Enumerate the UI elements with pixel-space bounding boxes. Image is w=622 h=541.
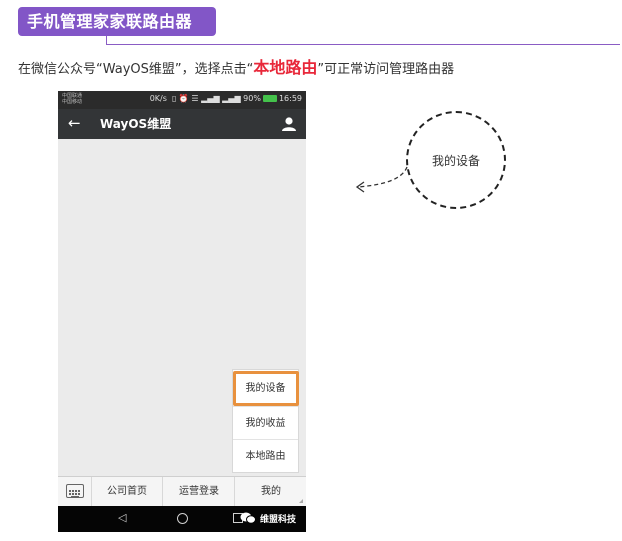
nav-back-icon[interactable]: ◁	[118, 511, 126, 525]
callout-arrow-icon	[355, 166, 408, 193]
section-title: 手机管理家家联路由器	[18, 7, 216, 36]
instruction-suffix: ”可正常访问管理路由器	[317, 62, 455, 77]
battery-level: 90%	[243, 94, 261, 103]
keyboard-icon	[66, 484, 84, 498]
submenu-indicator-icon	[299, 499, 303, 503]
callout-label: 我的设备	[431, 154, 480, 168]
clock: 16:59	[278, 94, 302, 103]
menu-tab-mine-label: 我的	[261, 486, 281, 497]
keyboard-toggle[interactable]	[58, 477, 92, 506]
android-nav-bar: ◁ 维盟科技	[58, 506, 306, 532]
menu-bar: 公司首页 运营登录 我的	[58, 476, 306, 506]
wechat-logo-icon	[240, 512, 256, 524]
instruction-prefix: 在微信公众号“WayOS维盟”，选择点击“	[18, 62, 254, 77]
focus-highlight-box	[233, 371, 299, 406]
back-arrow-icon[interactable]: ←	[68, 115, 84, 131]
carrier-info: 中国联通 中国移动	[62, 93, 82, 105]
popup-item-my-earnings[interactable]: 我的收益	[233, 406, 298, 439]
signal-icons: ▯ ⏰ ☰ ▂▄▆ ▂▄▆	[169, 94, 241, 103]
net-speed: 0K/s	[149, 94, 167, 103]
menu-tab-company-home[interactable]: 公司首页	[92, 477, 163, 506]
app-title-bar: ← WayOS维盟	[58, 109, 306, 139]
battery-icon	[262, 95, 277, 102]
instruction-highlight: 本地路由	[253, 58, 318, 77]
watermark: 维盟科技	[240, 512, 296, 526]
status-bar: 中国联通 中国移动 0K/s ▯ ⏰ ☰ ▂▄▆ ▂▄▆ 90% 16:59	[58, 91, 306, 109]
instruction-text: 在微信公众号“WayOS维盟”，选择点击“本地路由”可正常访问管理路由器	[18, 57, 454, 81]
status-indicators: 0K/s ▯ ⏰ ☰ ▂▄▆ ▂▄▆ 90% 16:59	[150, 94, 302, 104]
menu-tab-mine[interactable]: 我的	[236, 477, 306, 506]
carrier-line-2: 中国移动	[62, 99, 83, 105]
popup-item-local-router[interactable]: 本地路由	[233, 439, 298, 472]
menu-tab-operator-login[interactable]: 运营登录	[164, 477, 235, 506]
user-profile-icon[interactable]	[281, 116, 297, 132]
watermark-text: 维盟科技	[260, 515, 297, 525]
phone-screenshot: 中国联通 中国移动 0K/s ▯ ⏰ ☰ ▂▄▆ ▂▄▆ 90% 16:59 ← …	[58, 91, 306, 532]
nav-home-icon[interactable]	[177, 513, 188, 524]
chat-title: WayOS维盟	[100, 117, 172, 131]
